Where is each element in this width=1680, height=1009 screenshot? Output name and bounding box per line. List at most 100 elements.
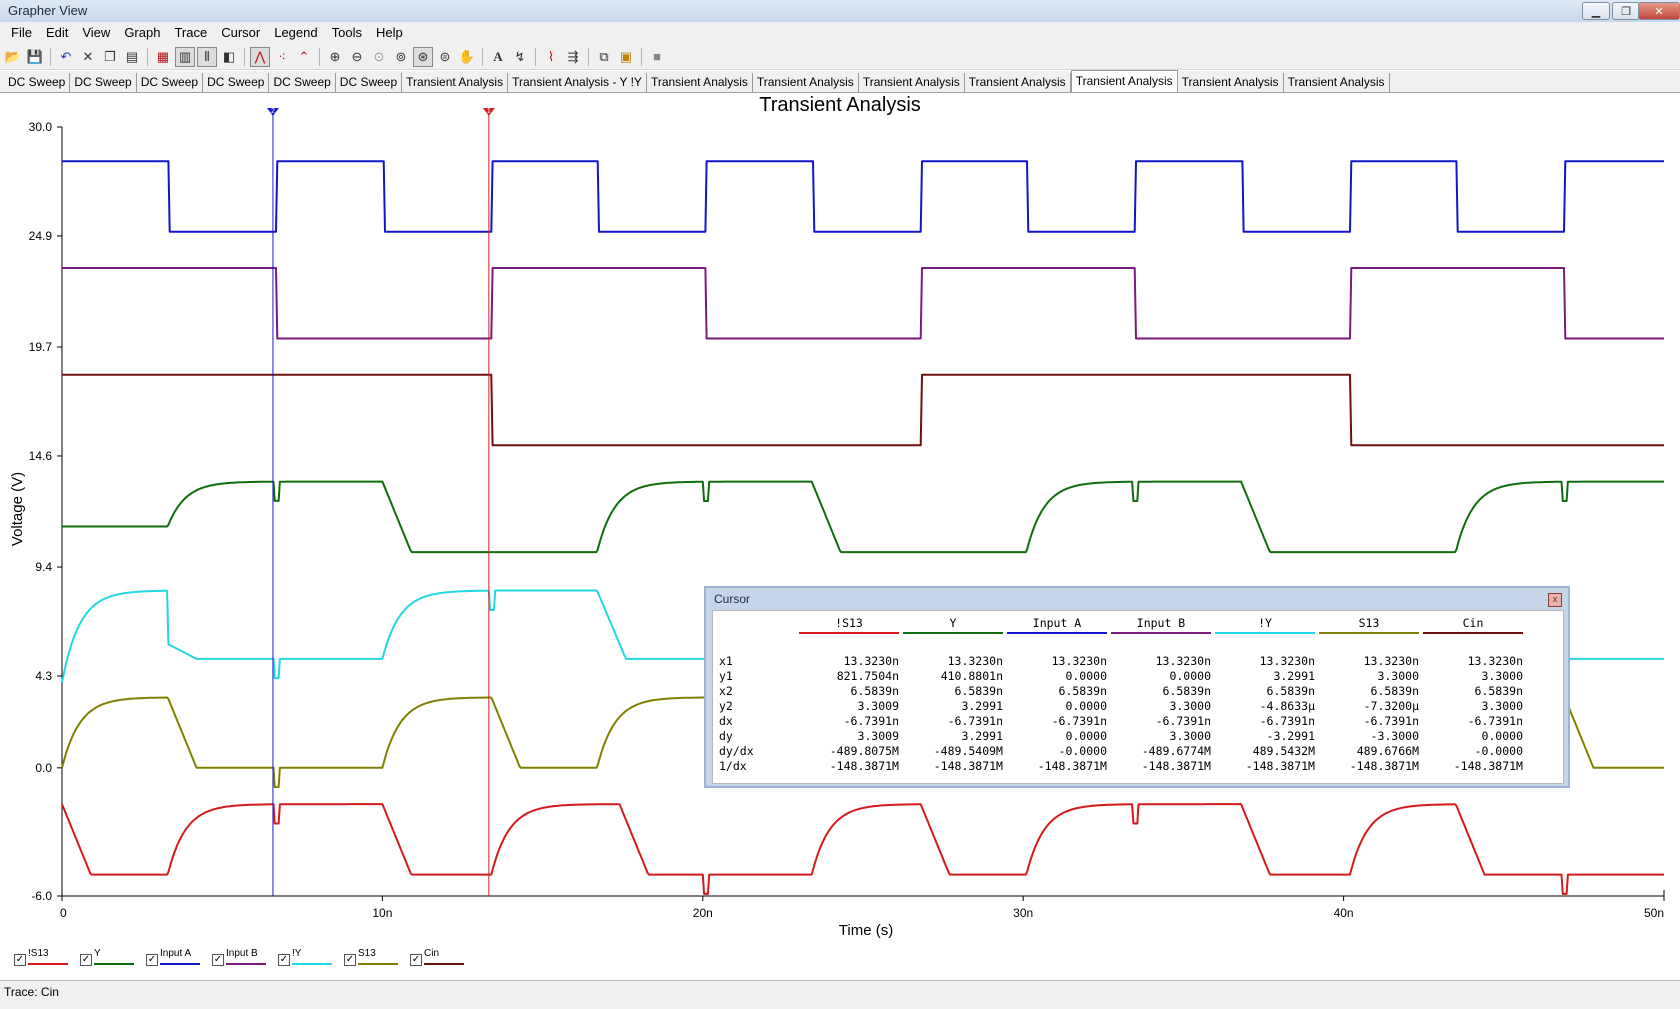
cursor-window[interactable]: Cursor x !S13 Y Input A Input B !Y S13 Cin x1 13… [704,586,1570,788]
zoom-in-icon[interactable]: ⊕ [325,47,345,67]
tab-dc-sweep[interactable]: DC Sweep [4,73,71,92]
cursor-cell: 0.0000 [1169,669,1211,683]
tab-transient-analysis[interactable]: Transient Analysis [402,73,509,92]
legend-checkbox[interactable]: ✓ [278,954,290,966]
cursor-column-swatch [1319,632,1419,634]
delete-icon[interactable]: ✕ [78,47,98,67]
select-marks-icon[interactable]: ⌃ [294,47,314,67]
cursor-cell: -3.2991 [1266,729,1315,743]
zoom-full-icon[interactable]: ⊙ [369,47,389,67]
cursor-cell: 13.3230n [843,654,899,668]
menu-trace[interactable]: Trace [167,22,214,44]
undo-icon[interactable]: ↶ [56,47,76,67]
legend-item-input-a[interactable]: ✓ Input A [146,948,210,968]
tab-dc-sweep[interactable]: DC Sweep [203,73,270,92]
tab-dc-sweep[interactable]: DC Sweep [70,73,137,92]
cursor-row-dy-dx: dy/dx -489.8075M -489.5409M -0.0000 -489.677… [713,744,1563,760]
tab-dc-sweep[interactable]: DC Sweep [269,73,336,92]
zoom-fit-icon[interactable]: ⊚ [391,47,411,67]
legend-item--y[interactable]: ✓ !Y [278,948,342,968]
menu-file[interactable]: File [4,22,39,44]
stop-icon[interactable]: ■ [647,47,667,67]
menu-graph[interactable]: Graph [117,22,167,44]
export-icon[interactable]: ⇶ [563,47,583,67]
menu-view[interactable]: View [75,22,117,44]
tab-transient-analysis[interactable]: Transient Analysis [752,73,859,92]
legend-checkbox[interactable]: ✓ [212,954,224,966]
tab-transient-analysis[interactable]: Transient Analysis [1283,73,1390,92]
cursor-cell: -148.3871M [1037,759,1107,773]
fft-icon[interactable]: ⌇ [541,47,561,67]
cursor-column-header: !Y [1258,616,1272,630]
cursor-cell: -6.7391n [947,714,1003,728]
menu-tools[interactable]: Tools [325,22,369,44]
save-icon[interactable]: 💾 [25,47,45,67]
tab-transient-analysis[interactable]: Transient Analysis [858,73,965,92]
legend-checkbox[interactable]: ✓ [14,954,26,966]
copy-graph-icon[interactable]: ▣ [616,47,636,67]
x-tick-label: 50n [1644,906,1664,920]
copy-icon[interactable]: ❐ [100,47,120,67]
reverse-colors-icon[interactable]: ◧ [219,47,239,67]
cursor-cell: -6.7391n [1467,714,1523,728]
measure-icon[interactable]: ↯ [510,47,530,67]
cursor-row-y2: y2 3.3009 3.2991 0.0000 3.3000 -4.8633µ -7.320… [713,699,1563,715]
cursor-cell: -489.6774M [1141,744,1211,758]
cursor-cell: 489.6766M [1356,744,1419,758]
cursor-column-swatch [1007,632,1107,634]
trace-cin[interactable] [62,373,1664,447]
overlay-icon[interactable]: ⧉ [594,47,614,67]
zoom-out-icon[interactable]: ⊖ [347,47,367,67]
x-tick-label: 0 [60,906,67,920]
cursor-cell: 0.0000 [1065,699,1107,713]
trace-input-b[interactable] [62,267,1664,340]
menu-legend[interactable]: Legend [267,22,324,44]
cursor-row-1-dx: 1/dx -148.3871M -148.3871M -148.3871M -148.3… [713,759,1563,775]
menu-cursor[interactable]: Cursor [214,22,267,44]
toggle-legend-icon[interactable]: ▥ [175,46,195,67]
legend-checkbox[interactable]: ✓ [410,954,422,966]
transient-plot[interactable]: Transient Analysis Voltage (V) Time (s) … [0,93,1680,943]
cursors-icon[interactable]: ⫴ [197,46,217,67]
trace--s13[interactable] [61,803,1664,895]
cursor-cell: 13.3230n [1363,654,1419,668]
add-text-icon[interactable]: A [488,47,508,67]
minimize-button[interactable]: ▁ [1582,2,1610,20]
open-icon[interactable]: 📂 [3,47,23,67]
legend-item-cin[interactable]: ✓ Cin [410,948,474,968]
legend-checkbox[interactable]: ✓ [344,954,356,966]
pan-icon[interactable]: ✋ [457,47,477,67]
legend-item--s13[interactable]: ✓ !S13 [14,948,78,968]
paste-icon[interactable]: ▤ [122,47,142,67]
tab-transient-analysis-y[interactable]: Transient Analysis - Y !Y [508,73,647,92]
restore-button[interactable]: ❐ [1612,2,1640,20]
grid-icon[interactable]: ▦ [153,47,173,67]
cursor-row-label: y1 [719,669,733,683]
menu-help[interactable]: Help [369,22,410,44]
tab-transient-analysis[interactable]: Transient Analysis [964,73,1071,92]
legend-item-input-b[interactable]: ✓ Input B [212,948,276,968]
show-trace-icon[interactable]: ⋀ [250,46,270,67]
trace-y[interactable] [62,480,1664,554]
cursor-row-label: 1/dx [719,759,747,773]
menu-bar: File Edit View Graph Trace Cursor Legend… [0,22,1680,44]
show-dots-icon[interactable]: ⁖ [272,47,292,67]
cursor-cell: -0.0000 [1474,744,1523,758]
zoom-area-icon[interactable]: ⊜ [435,47,455,67]
menu-edit[interactable]: Edit [39,22,75,44]
close-button[interactable]: ✕ [1638,2,1680,20]
legend-item-s13[interactable]: ✓ S13 [344,948,408,968]
trace-input-a[interactable] [62,160,1664,233]
zoom-region-icon[interactable]: ⊛ [413,46,433,67]
legend-checkbox[interactable]: ✓ [80,954,92,966]
tab-transient-analysis[interactable]: Transient Analysis [1177,73,1284,92]
legend-checkbox[interactable]: ✓ [146,954,158,966]
cursor-cell: 6.5839n [1474,684,1523,698]
tab-dc-sweep[interactable]: DC Sweep [136,73,204,92]
toolbar-separator [482,47,483,66]
tab-transient-analysis-active[interactable]: Transient Analysis [1070,70,1178,92]
legend-item-y[interactable]: ✓ Y [80,948,144,968]
tab-transient-analysis[interactable]: Transient Analysis [646,73,753,92]
cursor-window-close-icon[interactable]: x [1548,593,1562,607]
tab-dc-sweep[interactable]: DC Sweep [335,73,403,92]
